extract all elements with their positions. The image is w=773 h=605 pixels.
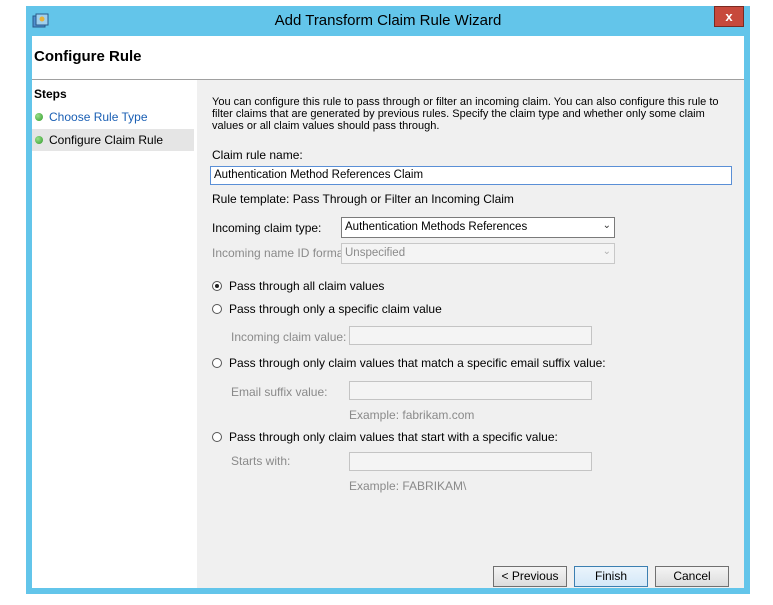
- email-suffix-value-input[interactable]: [349, 381, 592, 400]
- starts-with-input[interactable]: [349, 452, 592, 471]
- rule-template-text: Rule template: Pass Through or Filter an…: [212, 192, 514, 206]
- incoming-claim-type-select[interactable]: Authentication Methods References ⌄: [341, 217, 615, 238]
- starts-with-label: Starts with:: [231, 454, 291, 468]
- starts-with-option-label: Pass through only claim values that star…: [229, 430, 558, 444]
- rule-form: You can configure this rule to pass thro…: [204, 80, 744, 588]
- step-configure-claim-rule[interactable]: Configure Claim Rule: [32, 129, 194, 151]
- cancel-button[interactable]: Cancel: [655, 566, 729, 587]
- step-label: Configure Claim Rule: [49, 133, 164, 147]
- wizard-header: Configure Rule: [32, 36, 744, 80]
- chevron-down-icon: ⌄: [602, 220, 611, 231]
- pass-all-label: Pass through all claim values: [229, 279, 385, 293]
- step-choose-rule-type[interactable]: Choose Rule Type: [32, 106, 194, 128]
- previous-button[interactable]: < Previous: [493, 566, 567, 587]
- window-title: Add Transform Claim Rule Wizard: [274, 12, 502, 29]
- starts-with-example: Example: FABRIKAM\: [349, 479, 467, 493]
- description-text: You can configure this rule to pass thro…: [212, 96, 719, 132]
- steps-panel: Steps Choose Rule Type Configure Claim R…: [32, 80, 197, 588]
- incoming-claim-type-value: Authentication Methods References: [345, 221, 528, 233]
- step-current-icon: [35, 136, 43, 144]
- email-suffix-option-label: Pass through only claim values that matc…: [229, 356, 606, 370]
- claim-rule-name-input[interactable]: Authentication Method References Claim: [210, 166, 732, 185]
- step-label: Choose Rule Type: [49, 110, 148, 124]
- incoming-claim-type-label: Incoming claim type:: [212, 221, 322, 235]
- email-suffix-value-label: Email suffix value:: [231, 385, 328, 399]
- step-complete-icon: [35, 113, 43, 121]
- incoming-name-id-format-select[interactable]: Unspecified ⌄: [341, 243, 615, 264]
- page-title: Configure Rule: [34, 48, 142, 65]
- incoming-name-id-format-value: Unspecified: [345, 247, 406, 259]
- incoming-claim-value-input[interactable]: [349, 326, 592, 345]
- claim-rule-name-label: Claim rule name:: [212, 148, 303, 162]
- incoming-claim-value-label: Incoming claim value:: [231, 330, 347, 344]
- steps-title: Steps: [34, 87, 67, 101]
- email-suffix-radio[interactable]: [212, 358, 222, 368]
- finish-button[interactable]: Finish: [574, 566, 648, 587]
- chevron-down-icon: ⌄: [602, 246, 611, 257]
- close-button[interactable]: x: [714, 6, 744, 27]
- incoming-name-id-format-label: Incoming name ID format:: [212, 246, 351, 260]
- wizard-client-area: Configure Rule Steps Choose Rule Type Co…: [32, 36, 744, 588]
- wizard-window: Add Transform Claim Rule Wizard x Config…: [26, 6, 750, 594]
- pass-specific-label: Pass through only a specific claim value: [229, 302, 442, 316]
- email-suffix-example: Example: fabrikam.com: [349, 408, 475, 422]
- pass-all-radio[interactable]: [212, 281, 222, 291]
- pass-specific-radio[interactable]: [212, 304, 222, 314]
- starts-with-radio[interactable]: [212, 432, 222, 442]
- title-bar[interactable]: Add Transform Claim Rule Wizard x: [26, 6, 750, 36]
